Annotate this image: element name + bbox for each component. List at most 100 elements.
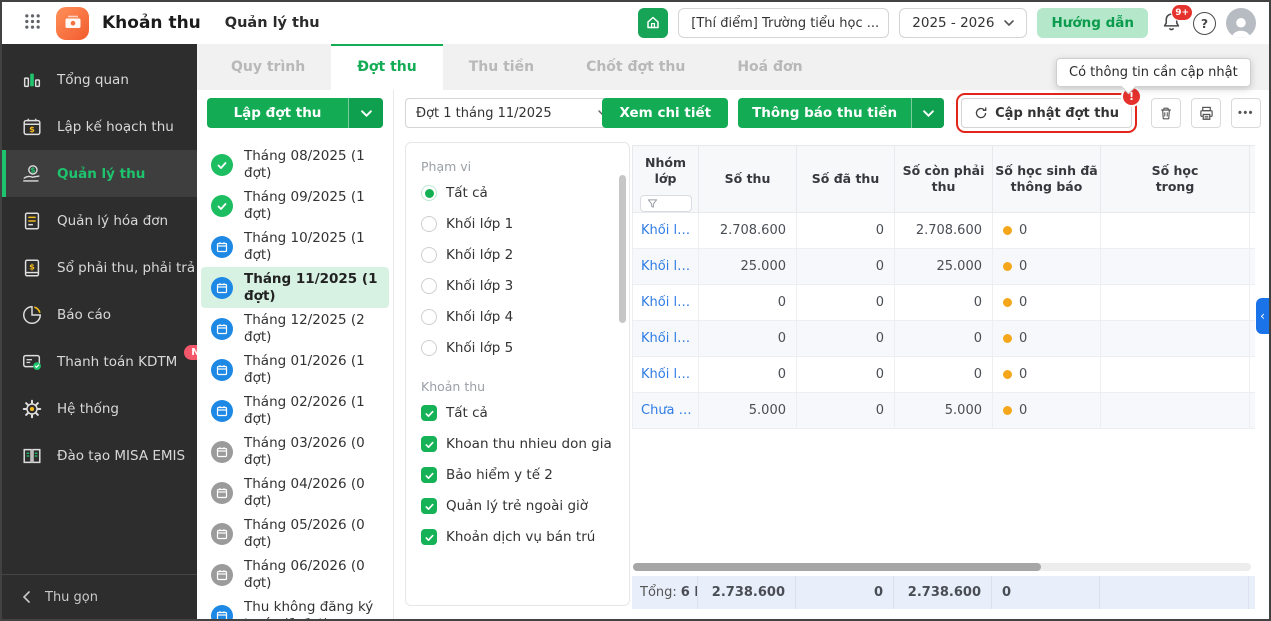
app-launcher-icon[interactable] xyxy=(24,13,41,34)
fee-option[interactable]: Khoản dịch vụ bán trú xyxy=(421,529,629,545)
column-header-so-thu: Số thu xyxy=(699,146,797,212)
scope-option[interactable]: Khối lớp 3 xyxy=(421,278,629,294)
notify-caret[interactable] xyxy=(911,98,944,128)
radio-icon[interactable] xyxy=(421,278,437,294)
delete-button[interactable] xyxy=(1151,98,1181,128)
sidebar-item-he-thong[interactable]: Hệ thống xyxy=(2,385,197,432)
checkbox-checked-icon[interactable] xyxy=(421,498,437,514)
month-item[interactable]: Tháng 02/2026 (1 đợt) xyxy=(201,390,389,431)
sidebar-item-quan-ly-hoa-don[interactable]: Quản lý hóa đơn xyxy=(2,197,197,244)
sidebar-item-bao-cao[interactable]: Báo cáo xyxy=(2,291,197,338)
more-actions-button[interactable]: ••• xyxy=(1231,98,1261,128)
group-link[interactable]: Khối lớp 5 xyxy=(641,367,698,382)
tab-chot-dot-thu[interactable]: Chốt đợt thu xyxy=(560,44,711,90)
month-item[interactable]: Tháng 12/2025 (2 đợt) xyxy=(201,308,389,349)
filter-panel-scrollbar[interactable] xyxy=(619,175,626,323)
month-item[interactable]: Thu không đăng ký trước (1 đợt) xyxy=(201,595,389,621)
cell-so-da-thu: 0 xyxy=(797,249,895,284)
group-link[interactable]: Khối lớp 4 xyxy=(641,331,698,346)
scope-option[interactable]: Khối lớp 1 xyxy=(421,216,629,232)
radio-icon[interactable] xyxy=(421,309,437,325)
print-button[interactable] xyxy=(1191,98,1221,128)
fee-option[interactable]: Quản lý trẻ ngoài giờ xyxy=(421,498,629,514)
calendar-icon xyxy=(211,523,233,545)
view-detail-button[interactable]: Xem chi tiết xyxy=(602,98,728,128)
group-link[interactable]: Khối lớp 3 xyxy=(641,295,698,310)
total-so-da-thu: 0 xyxy=(796,576,894,609)
group-link[interactable]: Khối lớp 2 xyxy=(641,259,698,274)
table-body: Khối lớp 1 2.708.600 0 2.708.600 0 Khối … xyxy=(632,213,1255,429)
fee-option[interactable]: Khoan thu nhieu don gia xyxy=(421,436,629,452)
month-item[interactable]: Tháng 08/2025 (1 đợt) xyxy=(201,144,389,185)
column-header-hs-trong: Số học trong xyxy=(1101,146,1250,212)
scope-label: Phạm vi xyxy=(421,159,629,174)
cell-empty xyxy=(1101,285,1250,320)
create-batch-caret[interactable] xyxy=(348,98,383,128)
scope-option[interactable]: Khối lớp 5 xyxy=(421,340,629,356)
fee-option[interactable]: Bảo hiểm y tế 2 xyxy=(421,467,629,483)
orange-dot-icon xyxy=(1003,370,1012,379)
scope-option[interactable]: Tất cả xyxy=(421,185,629,201)
year-selector[interactable]: 2025 - 2026 xyxy=(899,8,1027,38)
sidebar-item-thanh-toan-kdtm[interactable]: Thanh toán KDTM New xyxy=(2,338,197,385)
cell-empty xyxy=(1101,249,1250,284)
scrollbar-thumb[interactable] xyxy=(633,563,1041,571)
cell-so-thu: 0 xyxy=(699,357,797,392)
hand-money-icon: $ xyxy=(20,162,44,186)
table-row: Khối lớp 1 2.708.600 0 2.708.600 0 xyxy=(632,213,1255,249)
radio-icon[interactable] xyxy=(421,185,437,201)
update-batch-label: Cập nhật đợt thu xyxy=(995,106,1119,121)
sidebar-item-tong-quan[interactable]: Tổng quan xyxy=(2,56,197,103)
tab-quy-trinh[interactable]: Quy trình xyxy=(205,44,331,90)
create-batch-button[interactable]: Lập đợt thu xyxy=(207,98,383,128)
help-icon[interactable]: ? xyxy=(1193,12,1216,35)
sidebar-item-lap-ke-hoach-thu[interactable]: $ Lập kế hoạch thu xyxy=(2,103,197,150)
filter-panel: Phạm vi Tất cả Khối lớp 1 Khối lớp 2 Khố… xyxy=(405,142,630,606)
cell-hs-thong-bao: 0 xyxy=(993,393,1101,428)
group-link[interactable]: Chưa xếp l... xyxy=(641,403,698,418)
month-item[interactable]: Tháng 10/2025 (1 đợt) xyxy=(201,226,389,267)
month-item[interactable]: Tháng 06/2026 (0 đợt) xyxy=(201,554,389,595)
scope-option[interactable]: Khối lớp 2 xyxy=(421,247,629,263)
scope-option[interactable]: Khối lớp 4 xyxy=(421,309,629,325)
group-link[interactable]: Khối lớp 1 xyxy=(641,223,698,238)
month-item[interactable]: Tháng 11/2025 (1 đợt) xyxy=(201,267,389,308)
tab-dot-thu[interactable]: Đợt thu xyxy=(331,44,443,90)
notification-bell-icon[interactable]: 9+ xyxy=(1161,11,1183,35)
calendar-icon xyxy=(211,359,233,381)
guide-button[interactable]: Hướng dẫn xyxy=(1037,8,1148,38)
notify-button[interactable]: Thông báo thu tiền xyxy=(738,98,944,128)
sidebar-item-so-phai-thu-phai-tra[interactable]: $ Sổ phải thu, phải trả xyxy=(2,244,197,291)
total-so-con-phai-thu: 2.738.600 xyxy=(894,576,992,609)
invoice-icon xyxy=(20,209,44,233)
tab-hoa-don[interactable]: Hoá đơn xyxy=(711,44,828,90)
month-item[interactable]: Tháng 09/2025 (1 đợt) xyxy=(201,185,389,226)
checkbox-checked-icon[interactable] xyxy=(421,529,437,545)
sidebar-item-dao-tao-misa-emis[interactable]: Đào tạo MISA EMIS xyxy=(2,432,197,479)
month-item[interactable]: Tháng 05/2026 (0 đợt) xyxy=(201,513,389,554)
radio-icon[interactable] xyxy=(421,247,437,263)
nav-quan-ly-thu[interactable]: Quản lý thu xyxy=(225,15,320,31)
month-item[interactable]: Tháng 01/2026 (1 đợt) xyxy=(201,349,389,390)
checkbox-checked-icon[interactable] xyxy=(421,405,437,421)
side-panel-handle[interactable]: ‹ xyxy=(1256,298,1269,334)
fee-option[interactable]: Tất cả xyxy=(421,405,629,421)
horizontal-scrollbar[interactable] xyxy=(633,563,1251,571)
radio-icon[interactable] xyxy=(421,340,437,356)
tab-thu-tien[interactable]: Thu tiền xyxy=(443,44,560,90)
home-button[interactable] xyxy=(638,8,668,38)
checkbox-checked-icon[interactable] xyxy=(421,467,437,483)
month-item[interactable]: Tháng 04/2026 (0 đợt) xyxy=(201,472,389,513)
batch-select[interactable]: Đợt 1 tháng 11/2025 xyxy=(405,98,619,128)
school-selector[interactable]: [Thí điểm] Trường tiểu học ... xyxy=(678,8,889,38)
update-batch-button[interactable]: Cập nhật đợt thu xyxy=(961,98,1132,128)
collapse-sidebar-button[interactable]: Thu gọn xyxy=(2,574,197,619)
open-book-icon xyxy=(20,444,44,468)
month-item[interactable]: Tháng 03/2026 (0 đợt) xyxy=(201,431,389,472)
group-filter-input[interactable] xyxy=(640,195,692,212)
sidebar-item-quan-ly-thu[interactable]: $ Quản lý thu xyxy=(2,150,197,197)
checkbox-checked-icon[interactable] xyxy=(421,436,437,452)
radio-icon[interactable] xyxy=(421,216,437,232)
cell-hs-thong-bao: 0 xyxy=(993,285,1101,320)
avatar[interactable] xyxy=(1226,8,1256,38)
